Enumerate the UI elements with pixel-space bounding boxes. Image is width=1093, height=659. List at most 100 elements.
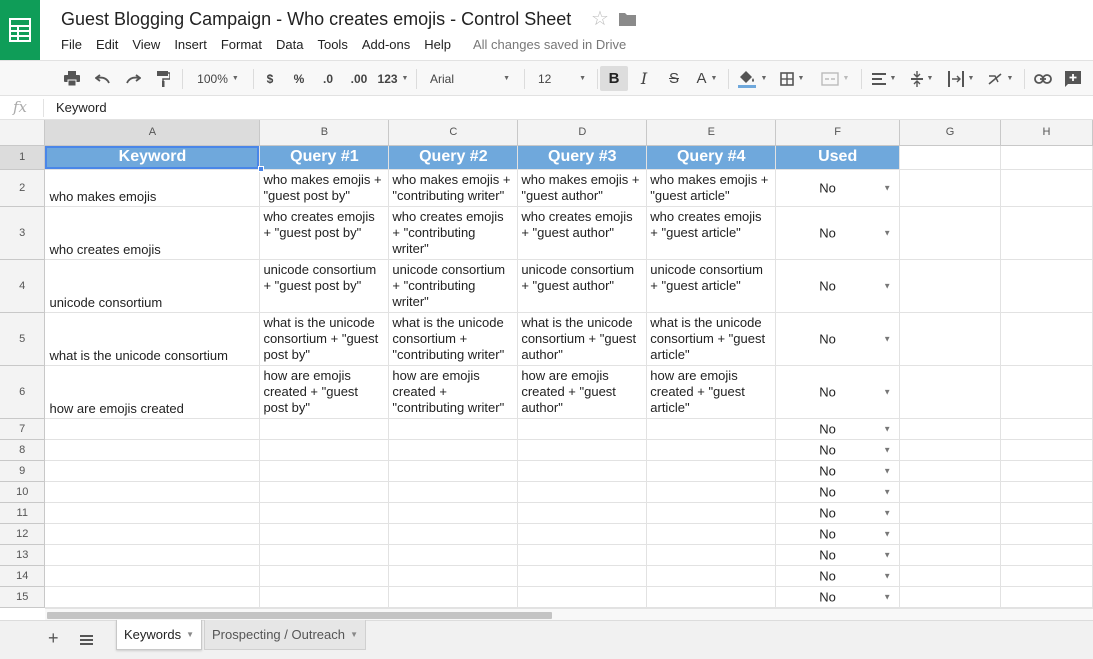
dropdown-arrow-icon[interactable]: ▼	[883, 424, 891, 433]
row-header[interactable]: 5	[0, 312, 46, 366]
cell[interactable]	[259, 418, 390, 440]
query-cell[interactable]: what is the unicode consortium + "guest …	[259, 312, 390, 366]
cell[interactable]	[899, 439, 1002, 461]
used-dropdown-cell[interactable]: No ▼	[775, 365, 901, 419]
cell[interactable]	[1000, 312, 1093, 366]
cell[interactable]	[388, 586, 519, 608]
cell[interactable]	[388, 460, 519, 482]
query-cell[interactable]: what is the unicode consortium + "guest …	[517, 312, 648, 366]
document-title[interactable]: Guest Blogging Campaign - Who creates em…	[61, 9, 571, 30]
query-cell[interactable]: who makes emojis + "contributing writer"	[388, 169, 519, 207]
row-header[interactable]: 7	[0, 418, 46, 440]
cell[interactable]	[388, 565, 519, 587]
query-cell[interactable]: who makes emojis + "guest article"	[646, 169, 777, 207]
query-cell[interactable]: how are emojis created + "contributing w…	[388, 365, 519, 419]
column-header-c[interactable]: C	[388, 120, 519, 146]
cell[interactable]	[388, 481, 519, 503]
cell[interactable]	[388, 523, 519, 545]
query-cell[interactable]: who creates emojis + "guest post by"	[259, 206, 390, 260]
cell[interactable]	[646, 418, 777, 440]
column-header-h[interactable]: H	[1000, 120, 1093, 146]
query-cell[interactable]: who creates emojis + "guest article"	[646, 206, 777, 260]
column-header-e[interactable]: E	[646, 120, 777, 146]
header-cell-query-2[interactable]: Query #2	[388, 145, 519, 170]
cell[interactable]	[517, 460, 648, 482]
cell[interactable]	[899, 460, 1002, 482]
used-dropdown-cell[interactable]: No ▼	[775, 586, 901, 608]
header-cell-used[interactable]: Used	[775, 145, 901, 170]
cell[interactable]	[899, 365, 1002, 419]
cell[interactable]	[899, 312, 1002, 366]
insert-link-icon[interactable]	[1031, 61, 1055, 96]
row-header[interactable]: 8	[0, 439, 46, 461]
dropdown-arrow-icon[interactable]: ▼	[883, 592, 891, 601]
dropdown-arrow-icon[interactable]: ▼	[883, 281, 891, 290]
dropdown-arrow-icon[interactable]: ▼	[883, 334, 891, 343]
cell[interactable]	[44, 565, 261, 587]
query-cell[interactable]: who creates emojis + "guest author"	[517, 206, 648, 260]
cell[interactable]	[259, 460, 390, 482]
used-dropdown-cell[interactable]: No ▼	[775, 544, 901, 566]
used-dropdown-cell[interactable]: No ▼	[775, 523, 901, 545]
keyword-cell[interactable]: how are emojis created	[44, 365, 261, 419]
cell[interactable]	[646, 544, 777, 566]
scrollbar-thumb[interactable]	[47, 612, 552, 619]
cell[interactable]	[1000, 460, 1093, 482]
cell[interactable]	[899, 418, 1002, 440]
query-cell[interactable]: how are emojis created + "guest post by"	[259, 365, 390, 419]
percent-format-button[interactable]: %	[289, 61, 309, 96]
keyword-cell[interactable]: what is the unicode consortium	[44, 312, 261, 366]
cell[interactable]	[259, 439, 390, 461]
select-all-corner[interactable]	[0, 120, 46, 146]
bold-button[interactable]: B	[600, 66, 628, 91]
query-cell[interactable]: who creates emojis + "contributing write…	[388, 206, 519, 260]
decrease-decimals-button[interactable]: .0	[317, 61, 339, 96]
column-header-f[interactable]: F	[775, 120, 901, 146]
zoom-select[interactable]: 100% ▼	[188, 61, 248, 96]
selection-fill-handle[interactable]	[258, 166, 264, 172]
cell[interactable]	[899, 259, 1002, 313]
query-cell[interactable]: unicode consortium + "contributing write…	[388, 259, 519, 313]
keyword-cell[interactable]: who makes emojis	[44, 169, 261, 207]
sheets-logo[interactable]	[0, 0, 40, 60]
header-cell-keyword[interactable]: Keyword	[44, 145, 261, 170]
menu-tools[interactable]: Tools	[317, 37, 347, 55]
cell[interactable]	[646, 586, 777, 608]
cell[interactable]	[517, 586, 648, 608]
used-dropdown-cell[interactable]: No ▼	[775, 481, 901, 503]
tab-prospecting-outreach[interactable]: Prospecting / Outreach ▼	[204, 620, 366, 650]
cell[interactable]	[646, 565, 777, 587]
dropdown-arrow-icon[interactable]: ▼	[883, 387, 891, 396]
star-icon[interactable]: ☆	[591, 7, 609, 31]
cell[interactable]	[388, 439, 519, 461]
formula-input[interactable]: Keyword	[56, 100, 107, 115]
cell[interactable]	[388, 418, 519, 440]
query-cell[interactable]: unicode consortium + "guest post by"	[259, 259, 390, 313]
menu-edit[interactable]: Edit	[96, 37, 118, 55]
cell[interactable]	[646, 460, 777, 482]
used-dropdown-cell[interactable]: No ▼	[775, 439, 901, 461]
more-formats-button[interactable]: 123 ▼	[376, 61, 410, 96]
cell[interactable]	[44, 502, 261, 524]
menu-insert[interactable]: Insert	[174, 37, 207, 55]
row-header[interactable]: 10	[0, 481, 46, 503]
cell[interactable]	[1000, 565, 1093, 587]
folder-icon[interactable]	[619, 12, 636, 26]
cell[interactable]	[646, 502, 777, 524]
cell[interactable]	[646, 439, 777, 461]
query-cell[interactable]: what is the unicode consortium + "guest …	[646, 312, 777, 366]
row-header[interactable]: 12	[0, 523, 46, 545]
cell[interactable]	[1000, 365, 1093, 419]
font-family-select[interactable]: Arial ▼	[424, 61, 516, 96]
header-cell-query-4[interactable]: Query #4	[646, 145, 777, 170]
dropdown-arrow-icon[interactable]: ▼	[883, 571, 891, 580]
cell[interactable]	[44, 481, 261, 503]
cell[interactable]	[388, 502, 519, 524]
cell[interactable]	[1000, 523, 1093, 545]
query-cell[interactable]: what is the unicode consortium + "contri…	[388, 312, 519, 366]
query-cell[interactable]: how are emojis created + "guest author"	[517, 365, 648, 419]
cell[interactable]	[899, 481, 1002, 503]
add-sheet-icon[interactable]: +	[48, 628, 59, 649]
cell[interactable]	[646, 481, 777, 503]
undo-icon[interactable]	[91, 61, 115, 96]
